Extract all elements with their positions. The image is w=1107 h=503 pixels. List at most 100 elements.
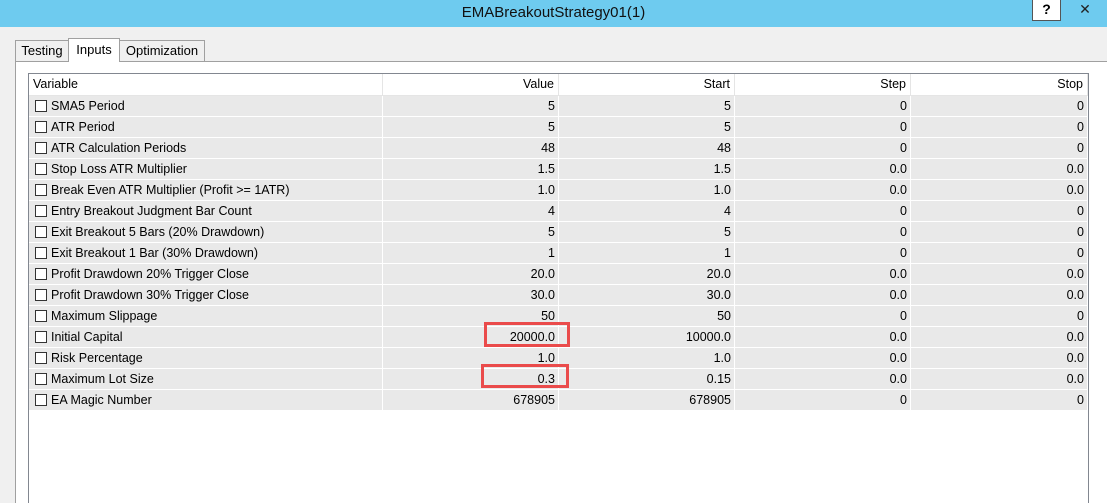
stop-cell[interactable]: 0.0	[911, 159, 1088, 179]
optimize-checkbox[interactable]	[35, 394, 47, 406]
table-row[interactable]: Exit Breakout 1 Bar (30% Drawdown) 1 1 0 0	[29, 243, 1088, 264]
value-cell[interactable]: 1	[383, 243, 559, 263]
value-cell[interactable]: 1.0	[383, 180, 559, 200]
value-cell[interactable]: 1.5	[383, 159, 559, 179]
value-cell[interactable]: 30.0	[383, 285, 559, 305]
value-cell[interactable]: 5	[383, 117, 559, 137]
optimize-checkbox[interactable]	[35, 247, 47, 259]
start-cell[interactable]: 50	[559, 306, 735, 326]
column-header-variable[interactable]: Variable	[29, 74, 383, 95]
step-cell[interactable]: 0	[735, 201, 911, 221]
start-cell[interactable]: 1	[559, 243, 735, 263]
step-cell[interactable]: 0.0	[735, 180, 911, 200]
optimize-checkbox[interactable]	[35, 142, 47, 154]
table-row[interactable]: Stop Loss ATR Multiplier 1.5 1.5 0.0 0.0	[29, 159, 1088, 180]
value-cell[interactable]: 50	[383, 306, 559, 326]
step-cell[interactable]: 0	[735, 96, 911, 116]
step-cell[interactable]: 0.0	[735, 159, 911, 179]
value-cell[interactable]: 1.0	[383, 348, 559, 368]
value-cell[interactable]: 20.0	[383, 264, 559, 284]
table-row[interactable]: Profit Drawdown 30% Trigger Close 30.0 30.…	[29, 285, 1088, 306]
stop-cell[interactable]: 0	[911, 306, 1088, 326]
table-row[interactable]: Profit Drawdown 20% Trigger Close 20.0 20.…	[29, 264, 1088, 285]
start-cell[interactable]: 5	[559, 117, 735, 137]
start-cell[interactable]: 0.15	[559, 369, 735, 389]
stop-cell[interactable]: 0.0	[911, 369, 1088, 389]
value-cell[interactable]: 48	[383, 138, 559, 158]
table-row[interactable]: Initial Capital 20000.0 10000.0 0.0 0.0	[29, 327, 1088, 348]
value-cell[interactable]: 20000.0	[383, 327, 559, 347]
optimize-checkbox[interactable]	[35, 184, 47, 196]
optimize-checkbox[interactable]	[35, 205, 47, 217]
optimize-checkbox[interactable]	[35, 310, 47, 322]
column-header-stop[interactable]: Stop	[911, 74, 1088, 95]
table-row[interactable]: ATR Calculation Periods 48 48 0 0	[29, 138, 1088, 159]
start-cell[interactable]: 5	[559, 96, 735, 116]
stop-cell[interactable]: 0	[911, 117, 1088, 137]
tab-testing[interactable]: Testing	[15, 40, 69, 61]
start-cell[interactable]: 30.0	[559, 285, 735, 305]
optimize-checkbox[interactable]	[35, 352, 47, 364]
step-cell[interactable]: 0	[735, 306, 911, 326]
start-cell[interactable]: 5	[559, 222, 735, 242]
start-cell[interactable]: 1.0	[559, 180, 735, 200]
step-cell[interactable]: 0.0	[735, 369, 911, 389]
start-cell[interactable]: 678905	[559, 390, 735, 410]
optimize-checkbox[interactable]	[35, 289, 47, 301]
table-row[interactable]: Break Even ATR Multiplier (Profit >= 1AT…	[29, 180, 1088, 201]
table-row[interactable]: Maximum Slippage 50 50 0 0	[29, 306, 1088, 327]
value-cell[interactable]: 678905	[383, 390, 559, 410]
tab-optimization[interactable]: Optimization	[119, 40, 205, 61]
stop-cell[interactable]: 0	[911, 243, 1088, 263]
stop-cell[interactable]: 0	[911, 390, 1088, 410]
help-button[interactable]: ?	[1032, 0, 1061, 21]
stop-cell[interactable]: 0.0	[911, 348, 1088, 368]
optimize-checkbox[interactable]	[35, 163, 47, 175]
start-cell[interactable]: 10000.0	[559, 327, 735, 347]
step-cell[interactable]: 0	[735, 138, 911, 158]
table-row[interactable]: Entry Breakout Judgment Bar Count 4 4 0 0	[29, 201, 1088, 222]
step-cell[interactable]: 0.0	[735, 264, 911, 284]
stop-cell[interactable]: 0.0	[911, 264, 1088, 284]
table-row[interactable]: Maximum Lot Size 0.3 0.15 0.0 0.0	[29, 369, 1088, 390]
start-cell[interactable]: 48	[559, 138, 735, 158]
value-cell[interactable]: 4	[383, 201, 559, 221]
column-header-value[interactable]: Value	[383, 74, 559, 95]
table-row[interactable]: SMA5 Period 5 5 0 0	[29, 96, 1088, 117]
optimize-checkbox[interactable]	[35, 100, 47, 112]
step-cell[interactable]: 0	[735, 390, 911, 410]
start-cell[interactable]: 1.0	[559, 348, 735, 368]
table-row[interactable]: EA Magic Number 678905 678905 0 0	[29, 390, 1088, 411]
optimize-checkbox[interactable]	[35, 226, 47, 238]
start-cell[interactable]: 4	[559, 201, 735, 221]
step-cell[interactable]: 0.0	[735, 348, 911, 368]
stop-cell[interactable]: 0.0	[911, 327, 1088, 347]
step-cell[interactable]: 0	[735, 222, 911, 242]
close-button[interactable]: ✕	[1063, 0, 1107, 20]
column-header-step[interactable]: Step	[735, 74, 911, 95]
column-header-start[interactable]: Start	[559, 74, 735, 95]
value-cell[interactable]: 5	[383, 96, 559, 116]
stop-cell[interactable]: 0.0	[911, 180, 1088, 200]
step-cell[interactable]: 0.0	[735, 327, 911, 347]
start-cell[interactable]: 20.0	[559, 264, 735, 284]
value-cell[interactable]: 5	[383, 222, 559, 242]
optimize-checkbox[interactable]	[35, 268, 47, 280]
stop-cell[interactable]: 0	[911, 222, 1088, 242]
stop-cell[interactable]: 0	[911, 201, 1088, 221]
step-cell[interactable]: 0	[735, 243, 911, 263]
optimize-checkbox[interactable]	[35, 331, 47, 343]
stop-cell[interactable]: 0	[911, 96, 1088, 116]
table-row[interactable]: Exit Breakout 5 Bars (20% Drawdown) 5 5 0 0	[29, 222, 1088, 243]
optimize-checkbox[interactable]	[35, 373, 47, 385]
start-cell[interactable]: 1.5	[559, 159, 735, 179]
table-row[interactable]: ATR Period 5 5 0 0	[29, 117, 1088, 138]
value-cell[interactable]: 0.3	[383, 369, 559, 389]
table-row[interactable]: Risk Percentage 1.0 1.0 0.0 0.0	[29, 348, 1088, 369]
step-cell[interactable]: 0	[735, 117, 911, 137]
step-cell[interactable]: 0.0	[735, 285, 911, 305]
stop-cell[interactable]: 0	[911, 138, 1088, 158]
optimize-checkbox[interactable]	[35, 121, 47, 133]
stop-cell[interactable]: 0.0	[911, 285, 1088, 305]
tab-inputs[interactable]: Inputs	[68, 38, 120, 62]
